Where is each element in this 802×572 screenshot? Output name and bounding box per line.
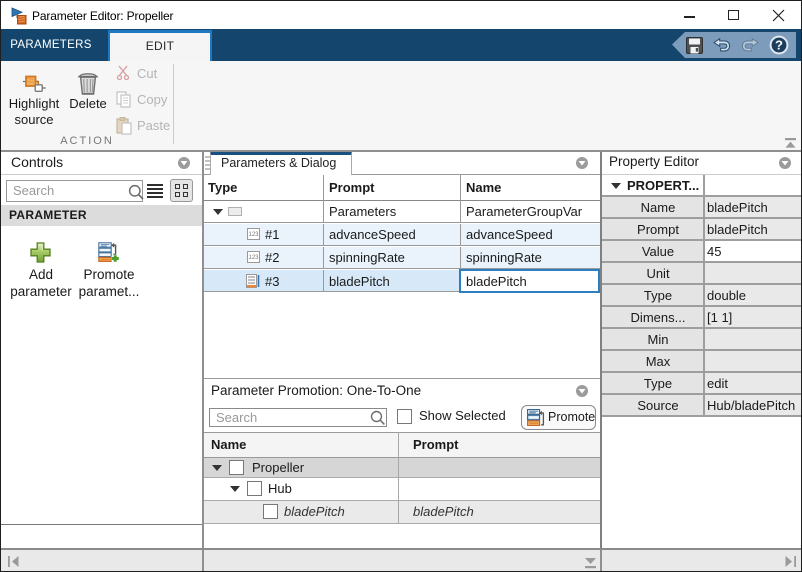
svg-text:?: ? [775, 38, 783, 53]
